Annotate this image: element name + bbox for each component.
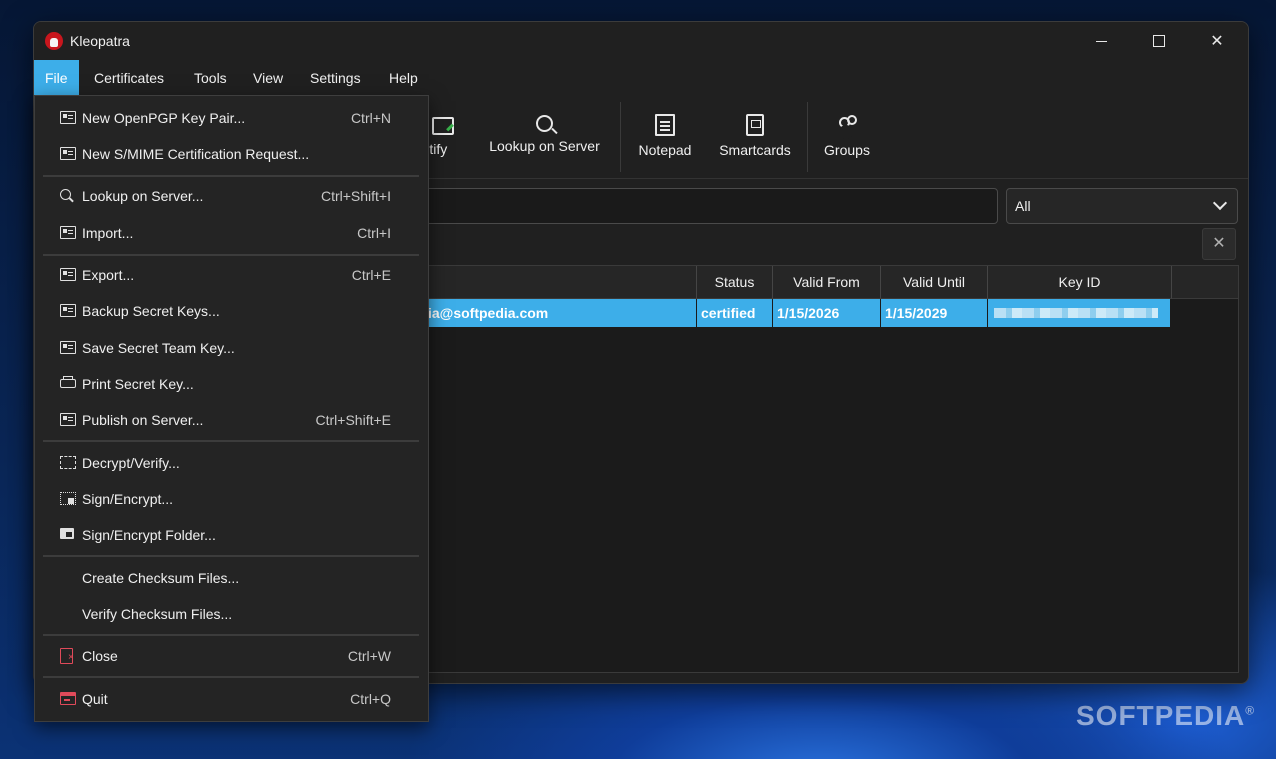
- groups-button[interactable]: Groups: [817, 104, 877, 170]
- watermark: SOFTPEDIA®: [1076, 700, 1256, 731]
- menu-close[interactable]: Close Ctrl+W: [43, 639, 419, 673]
- column-header-valid-from[interactable]: Valid From: [773, 266, 881, 299]
- quit-icon: [60, 692, 76, 705]
- menu-decrypt-verify[interactable]: Decrypt/Verify...: [43, 446, 419, 480]
- menu-quit[interactable]: Quit Ctrl+Q: [43, 682, 419, 716]
- filter-value: All: [1015, 198, 1031, 214]
- maximize-icon: [1153, 35, 1165, 47]
- smartcard-icon: [746, 114, 764, 136]
- menu-separator: [43, 555, 419, 557]
- printer-icon: [60, 376, 76, 388]
- folder-icon: [60, 528, 74, 539]
- sign-encrypt-icon: [60, 492, 76, 505]
- menu-sign-encrypt-folder[interactable]: Sign/Encrypt Folder...: [43, 518, 419, 552]
- menu-verify-checksum-files[interactable]: Verify Checksum Files...: [43, 597, 419, 631]
- menu-print-secret-key[interactable]: Print Secret Key...: [43, 367, 419, 401]
- key-pair-icon: [60, 111, 76, 124]
- menu-sign-encrypt[interactable]: Sign/Encrypt...: [43, 482, 419, 516]
- import-icon: [60, 226, 76, 239]
- menu-certificates[interactable]: Certificates: [83, 60, 175, 96]
- lookup-label: Lookup on Server: [489, 138, 600, 154]
- certificate-request-icon: [60, 147, 76, 160]
- menu-create-checksum-files[interactable]: Create Checksum Files...: [43, 561, 419, 595]
- menu-save-secret-team-key[interactable]: Save Secret Team Key...: [43, 331, 419, 365]
- title-bar[interactable]: Kleopatra ✕: [34, 22, 1248, 60]
- menu-separator: [43, 175, 419, 177]
- minimize-button[interactable]: [1072, 22, 1130, 60]
- close-tab-button[interactable]: ✕: [1202, 228, 1236, 260]
- decrypt-icon: [60, 456, 76, 469]
- close-icon: ✕: [1210, 33, 1224, 50]
- window-title: Kleopatra: [70, 33, 130, 49]
- minimize-icon: [1095, 40, 1107, 42]
- menu-backup-secret-keys[interactable]: Backup Secret Keys...: [43, 294, 419, 328]
- cell-valid-until: 1/15/2029: [881, 299, 988, 327]
- menu-new-smime-request[interactable]: New S/MIME Certification Request...: [43, 137, 419, 171]
- column-header-status[interactable]: Status: [697, 266, 773, 299]
- notepad-button[interactable]: Notepad: [630, 104, 700, 170]
- menu-tools[interactable]: Tools: [183, 60, 238, 96]
- menu-separator: [43, 254, 419, 256]
- toolbar-separator: [807, 102, 808, 172]
- publish-icon: [60, 413, 76, 426]
- menu-view[interactable]: View: [242, 60, 294, 96]
- menu-publish-on-server[interactable]: Publish on Server... Ctrl+Shift+E: [43, 403, 419, 437]
- cell-valid-from: 1/15/2026: [773, 299, 881, 327]
- menu-new-openpgp-key-pair[interactable]: New OpenPGP Key Pair... Ctrl+N: [43, 101, 419, 135]
- menu-lookup-on-server[interactable]: Lookup on Server... Ctrl+Shift+I: [43, 179, 419, 213]
- close-window-button[interactable]: ✕: [1188, 22, 1246, 60]
- close-icon: ✕: [1212, 235, 1226, 252]
- menu-separator: [43, 440, 419, 442]
- export-icon: [60, 268, 76, 281]
- menu-file[interactable]: File: [34, 60, 79, 96]
- certify-icon: [432, 117, 454, 135]
- menu-bar: File Certificates Tools View Settings He…: [34, 60, 1248, 96]
- menu-separator: [43, 634, 419, 636]
- maximize-button[interactable]: [1130, 22, 1188, 60]
- menu-separator: [43, 676, 419, 678]
- search-icon: [536, 115, 553, 132]
- lookup-server-button[interactable]: Lookup on Server: [482, 104, 607, 170]
- kleopatra-icon: [45, 32, 63, 50]
- menu-export[interactable]: Export... Ctrl+E: [43, 258, 419, 292]
- key-id-redacted: [994, 308, 1158, 318]
- column-header-key-id[interactable]: Key ID: [988, 266, 1172, 299]
- notepad-label: Notepad: [638, 142, 692, 158]
- filter-dropdown[interactable]: All: [1006, 188, 1238, 224]
- menu-import[interactable]: Import... Ctrl+I: [43, 216, 419, 250]
- cell-status: certified: [697, 299, 773, 327]
- column-header-valid-until[interactable]: Valid Until: [881, 266, 988, 299]
- menu-help[interactable]: Help: [378, 60, 429, 96]
- smartcards-button[interactable]: Smartcards: [714, 104, 796, 170]
- backup-icon: [60, 304, 76, 317]
- column-header-empty: [1172, 266, 1238, 299]
- notepad-icon: [655, 114, 675, 136]
- search-icon: [60, 189, 71, 200]
- menu-settings[interactable]: Settings: [299, 60, 372, 96]
- save-key-icon: [60, 341, 76, 354]
- close-document-icon: [60, 648, 74, 664]
- chevron-down-icon: [1212, 195, 1228, 211]
- groups-label: Groups: [824, 142, 870, 158]
- file-menu-popup: New OpenPGP Key Pair... Ctrl+N New S/MIM…: [34, 95, 429, 722]
- toolbar-separator: [620, 102, 621, 172]
- groups-icon: [836, 114, 858, 136]
- cell-key-id: [988, 299, 1171, 327]
- smartcards-label: Smartcards: [719, 142, 791, 158]
